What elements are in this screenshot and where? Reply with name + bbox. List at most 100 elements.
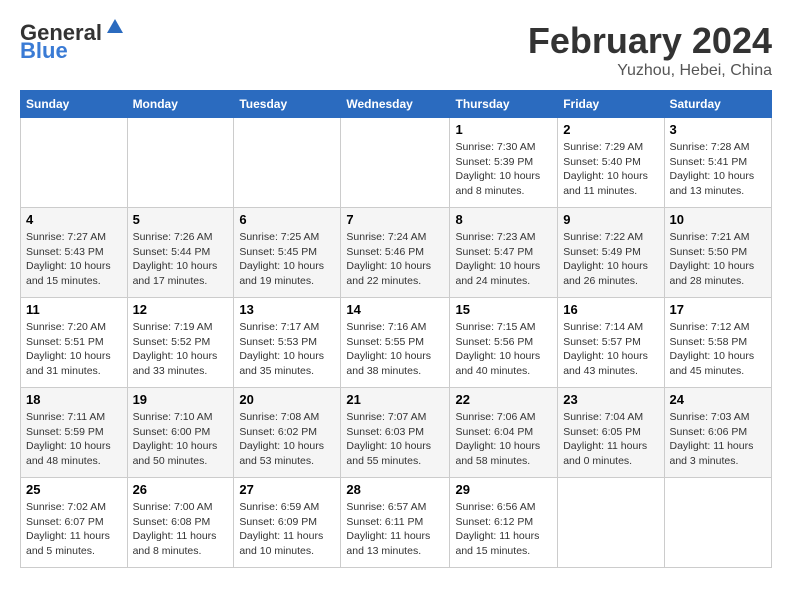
calendar-cell [558, 478, 664, 568]
calendar-cell: 22 Sunrise: 7:06 AM Sunset: 6:04 PM Dayli… [450, 388, 558, 478]
day-number: 27 [239, 482, 335, 497]
calendar-cell: 1 Sunrise: 7:30 AM Sunset: 5:39 PM Daylig… [450, 118, 558, 208]
weekday-header-sunday: Sunday [21, 91, 128, 118]
calendar-cell: 21 Sunrise: 7:07 AM Sunset: 6:03 PM Dayli… [341, 388, 450, 478]
weekday-header-tuesday: Tuesday [234, 91, 341, 118]
day-info: Sunrise: 7:25 AM Sunset: 5:45 PM Dayligh… [239, 230, 335, 289]
calendar-cell: 26 Sunrise: 7:00 AM Sunset: 6:08 PM Dayli… [127, 478, 234, 568]
calendar-cell: 16 Sunrise: 7:14 AM Sunset: 5:57 PM Dayli… [558, 298, 664, 388]
calendar-cell: 14 Sunrise: 7:16 AM Sunset: 5:55 PM Dayli… [341, 298, 450, 388]
day-number: 12 [133, 302, 229, 317]
day-number: 29 [455, 482, 552, 497]
day-number: 3 [670, 122, 767, 137]
day-number: 24 [670, 392, 767, 407]
calendar-cell: 6 Sunrise: 7:25 AM Sunset: 5:45 PM Daylig… [234, 208, 341, 298]
calendar-cell: 10 Sunrise: 7:21 AM Sunset: 5:50 PM Dayli… [664, 208, 772, 298]
logo-blue: Blue [20, 38, 68, 64]
day-number: 19 [133, 392, 229, 407]
day-number: 16 [563, 302, 658, 317]
calendar-table: SundayMondayTuesdayWednesdayThursdayFrid… [20, 90, 772, 568]
day-info: Sunrise: 7:02 AM Sunset: 6:07 PM Dayligh… [26, 500, 122, 559]
calendar-cell [664, 478, 772, 568]
weekday-header-friday: Friday [558, 91, 664, 118]
calendar-cell: 25 Sunrise: 7:02 AM Sunset: 6:07 PM Dayli… [21, 478, 128, 568]
day-number: 6 [239, 212, 335, 227]
day-info: Sunrise: 6:59 AM Sunset: 6:09 PM Dayligh… [239, 500, 335, 559]
weekday-header-monday: Monday [127, 91, 234, 118]
calendar-cell: 23 Sunrise: 7:04 AM Sunset: 6:05 PM Dayli… [558, 388, 664, 478]
calendar-cell: 11 Sunrise: 7:20 AM Sunset: 5:51 PM Dayli… [21, 298, 128, 388]
calendar-cell: 5 Sunrise: 7:26 AM Sunset: 5:44 PM Daylig… [127, 208, 234, 298]
day-info: Sunrise: 7:16 AM Sunset: 5:55 PM Dayligh… [346, 320, 444, 379]
calendar-cell: 18 Sunrise: 7:11 AM Sunset: 5:59 PM Dayli… [21, 388, 128, 478]
day-number: 11 [26, 302, 122, 317]
calendar-cell [21, 118, 128, 208]
day-number: 10 [670, 212, 767, 227]
day-number: 2 [563, 122, 658, 137]
day-info: Sunrise: 7:23 AM Sunset: 5:47 PM Dayligh… [455, 230, 552, 289]
calendar-cell: 13 Sunrise: 7:17 AM Sunset: 5:53 PM Dayli… [234, 298, 341, 388]
calendar-cell: 3 Sunrise: 7:28 AM Sunset: 5:41 PM Daylig… [664, 118, 772, 208]
day-number: 22 [455, 392, 552, 407]
day-number: 4 [26, 212, 122, 227]
day-info: Sunrise: 7:21 AM Sunset: 5:50 PM Dayligh… [670, 230, 767, 289]
calendar-cell: 9 Sunrise: 7:22 AM Sunset: 5:49 PM Daylig… [558, 208, 664, 298]
day-number: 17 [670, 302, 767, 317]
weekday-header-saturday: Saturday [664, 91, 772, 118]
day-info: Sunrise: 7:19 AM Sunset: 5:52 PM Dayligh… [133, 320, 229, 379]
calendar-cell: 15 Sunrise: 7:15 AM Sunset: 5:56 PM Dayli… [450, 298, 558, 388]
calendar-cell: 2 Sunrise: 7:29 AM Sunset: 5:40 PM Daylig… [558, 118, 664, 208]
day-number: 9 [563, 212, 658, 227]
day-info: Sunrise: 7:10 AM Sunset: 6:00 PM Dayligh… [133, 410, 229, 469]
day-number: 20 [239, 392, 335, 407]
day-info: Sunrise: 6:57 AM Sunset: 6:11 PM Dayligh… [346, 500, 444, 559]
day-info: Sunrise: 7:17 AM Sunset: 5:53 PM Dayligh… [239, 320, 335, 379]
weekday-header-thursday: Thursday [450, 91, 558, 118]
day-number: 5 [133, 212, 229, 227]
calendar-cell: 8 Sunrise: 7:23 AM Sunset: 5:47 PM Daylig… [450, 208, 558, 298]
day-number: 23 [563, 392, 658, 407]
day-number: 8 [455, 212, 552, 227]
day-number: 21 [346, 392, 444, 407]
day-info: Sunrise: 7:29 AM Sunset: 5:40 PM Dayligh… [563, 140, 658, 199]
calendar-cell [234, 118, 341, 208]
day-info: Sunrise: 7:28 AM Sunset: 5:41 PM Dayligh… [670, 140, 767, 199]
calendar-cell: 12 Sunrise: 7:19 AM Sunset: 5:52 PM Dayli… [127, 298, 234, 388]
day-info: Sunrise: 7:03 AM Sunset: 6:06 PM Dayligh… [670, 410, 767, 469]
day-number: 13 [239, 302, 335, 317]
day-number: 25 [26, 482, 122, 497]
calendar-cell: 4 Sunrise: 7:27 AM Sunset: 5:43 PM Daylig… [21, 208, 128, 298]
calendar-cell: 20Sunrise: 7:08 AM Sunset: 6:02 PM Dayli… [234, 388, 341, 478]
location-subtitle: Yuzhou, Hebei, China [528, 62, 772, 80]
day-info: Sunrise: 7:06 AM Sunset: 6:04 PM Dayligh… [455, 410, 552, 469]
day-number: 18 [26, 392, 122, 407]
day-info: Sunrise: 7:11 AM Sunset: 5:59 PM Dayligh… [26, 410, 122, 469]
day-number: 14 [346, 302, 444, 317]
day-info: Sunrise: 7:04 AM Sunset: 6:05 PM Dayligh… [563, 410, 658, 469]
day-info: Sunrise: 7:07 AM Sunset: 6:03 PM Dayligh… [346, 410, 444, 469]
calendar-cell: 17 Sunrise: 7:12 AM Sunset: 5:58 PM Dayli… [664, 298, 772, 388]
calendar-cell [127, 118, 234, 208]
page-header: General Blue February 2024 Yuzhou, Hebei… [20, 20, 772, 80]
logo: General Blue [20, 20, 125, 64]
day-info: Sunrise: 7:12 AM Sunset: 5:58 PM Dayligh… [670, 320, 767, 379]
day-info: Sunrise: 7:27 AM Sunset: 5:43 PM Dayligh… [26, 230, 122, 289]
logo-icon [105, 17, 125, 37]
day-number: 28 [346, 482, 444, 497]
calendar-cell [341, 118, 450, 208]
day-info: Sunrise: 7:15 AM Sunset: 5:56 PM Dayligh… [455, 320, 552, 379]
day-number: 15 [455, 302, 552, 317]
day-info: Sunrise: 7:22 AM Sunset: 5:49 PM Dayligh… [563, 230, 658, 289]
day-info: Sunrise: 7:30 AM Sunset: 5:39 PM Dayligh… [455, 140, 552, 199]
calendar-cell: 28 Sunrise: 6:57 AM Sunset: 6:11 PM Dayli… [341, 478, 450, 568]
day-number: 26 [133, 482, 229, 497]
day-info: Sunrise: 7:20 AM Sunset: 5:51 PM Dayligh… [26, 320, 122, 379]
day-info: Sunrise: 7:14 AM Sunset: 5:57 PM Dayligh… [563, 320, 658, 379]
day-number: 7 [346, 212, 444, 227]
calendar-cell: 27 Sunrise: 6:59 AM Sunset: 6:09 PM Dayli… [234, 478, 341, 568]
weekday-header-wednesday: Wednesday [341, 91, 450, 118]
title-section: February 2024 Yuzhou, Hebei, China [528, 20, 772, 80]
day-info: Sunrise: 7:00 AM Sunset: 6:08 PM Dayligh… [133, 500, 229, 559]
day-number: 1 [455, 122, 552, 137]
day-info: Sunrise: 7:26 AM Sunset: 5:44 PM Dayligh… [133, 230, 229, 289]
